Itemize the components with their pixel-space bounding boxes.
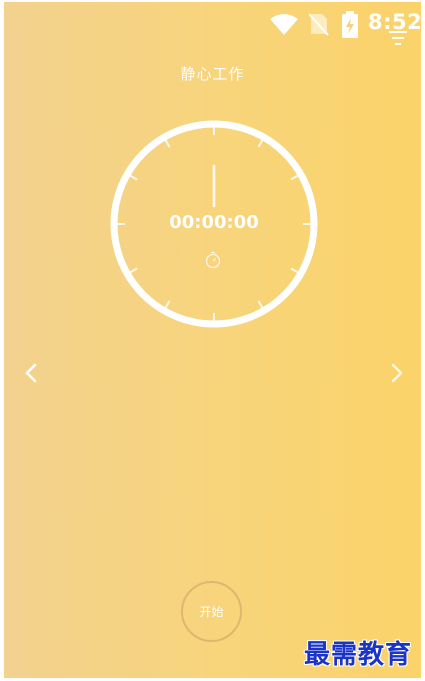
page-title: 静心工作 [180, 65, 245, 83]
watermark-text: 最需教育 [304, 640, 413, 670]
start-button-label: 开始 [199, 605, 224, 619]
start-button[interactable]: 开始 [181, 581, 242, 642]
status-bar: 8:52 [4, 2, 421, 46]
chevron-right-icon[interactable] [389, 363, 405, 383]
app-screen: 8:52 静心工作 00:00:00 开始 最需教育 [4, 2, 421, 678]
battery-charging-icon [342, 11, 358, 38]
timer-display: 00:00:00 [169, 212, 259, 233]
timer-icon[interactable] [204, 251, 222, 269]
menu-icon[interactable] [389, 31, 407, 45]
no-sim-icon [309, 13, 329, 36]
wifi-icon [270, 14, 298, 35]
chevron-left-icon[interactable] [23, 363, 39, 383]
